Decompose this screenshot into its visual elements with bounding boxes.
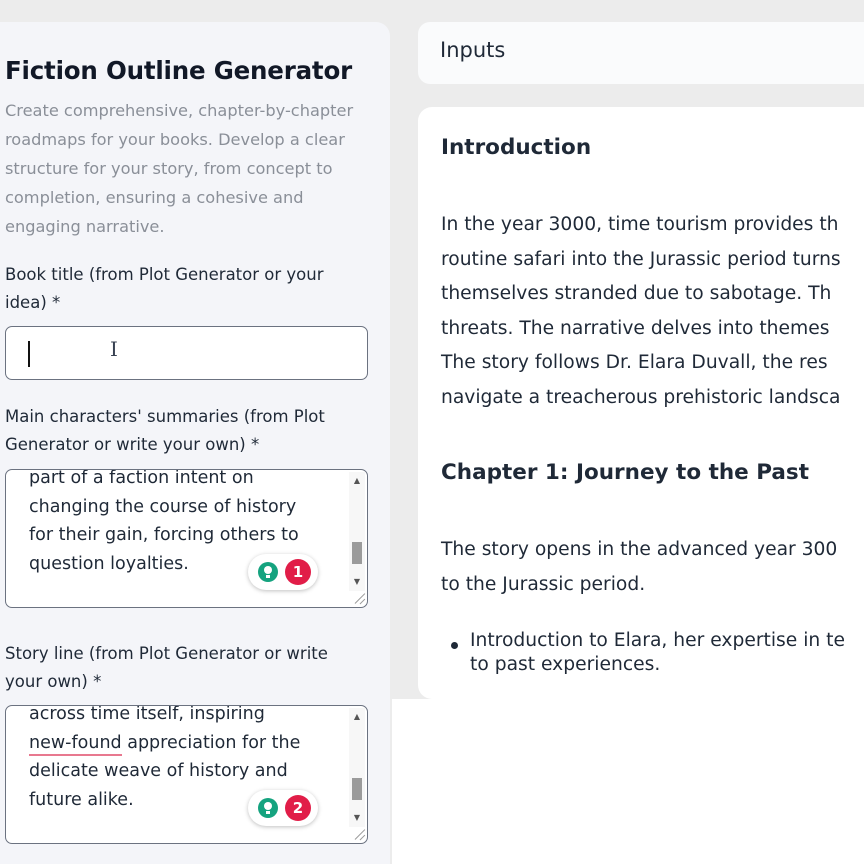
bullet-icon bbox=[451, 642, 458, 649]
book-title-input[interactable]: I bbox=[5, 326, 368, 380]
blank-area bbox=[392, 699, 864, 864]
lightbulb-icon bbox=[258, 562, 278, 582]
scroll-down-arrow-icon[interactable]: ▼ bbox=[349, 811, 365, 825]
chapter1-heading: Chapter 1: Journey to the Past bbox=[441, 460, 809, 485]
ibeam-cursor-icon: I bbox=[110, 337, 118, 361]
scroll-down-arrow-icon[interactable]: ▼ bbox=[349, 575, 365, 589]
issue-count: 1 bbox=[285, 559, 311, 585]
app-description: Create comprehensive, chapter-by-chapter… bbox=[5, 101, 354, 236]
story-line-scrollbar[interactable]: ▲ ▼ bbox=[349, 708, 365, 827]
characters-label: Main characters' summaries (from Plot Ge… bbox=[5, 407, 325, 454]
scroll-thumb[interactable] bbox=[352, 778, 362, 800]
text-caret bbox=[28, 341, 30, 367]
app-title: Fiction Outline Generator bbox=[5, 56, 352, 85]
scroll-up-arrow-icon[interactable]: ▲ bbox=[349, 474, 365, 488]
grammar-checker-badge[interactable]: 2 bbox=[248, 790, 318, 826]
characters-scrollbar[interactable]: ▲ ▼ bbox=[349, 472, 365, 591]
inputs-accordion[interactable]: Inputs bbox=[418, 22, 864, 84]
book-title-label: Book title (from Plot Generator or your … bbox=[5, 265, 324, 312]
lightbulb-icon bbox=[258, 798, 278, 818]
grammar-checker-badge[interactable]: 1 bbox=[248, 554, 318, 590]
resize-handle-icon[interactable] bbox=[351, 591, 365, 605]
resize-handle-icon[interactable] bbox=[351, 827, 365, 841]
inputs-header-label: Inputs bbox=[440, 38, 506, 62]
spelling-underline: new-found bbox=[29, 732, 122, 756]
form-panel: Fiction Outline Generator Create compreh… bbox=[0, 22, 390, 864]
story-line-label: Story line (from Plot Generator or write… bbox=[5, 644, 328, 691]
output-panel: Introduction In the year 3000, time tour… bbox=[418, 107, 864, 699]
scroll-up-arrow-icon[interactable]: ▲ bbox=[349, 710, 365, 724]
chapter1-paragraph: The story opens in the advanced year 300… bbox=[441, 539, 838, 595]
introduction-paragraph: In the year 3000, time tourism provides … bbox=[441, 214, 841, 408]
chapter1-bullet-item: Introduction to Elara, her expertise in … bbox=[470, 630, 845, 675]
characters-textarea[interactable]: part of a faction intent on changing the… bbox=[5, 469, 368, 608]
issue-count: 2 bbox=[285, 795, 311, 821]
scroll-thumb[interactable] bbox=[352, 542, 362, 564]
story-line-textarea[interactable]: across time itself, inspiring new-found … bbox=[5, 705, 368, 844]
introduction-heading: Introduction bbox=[441, 135, 592, 160]
